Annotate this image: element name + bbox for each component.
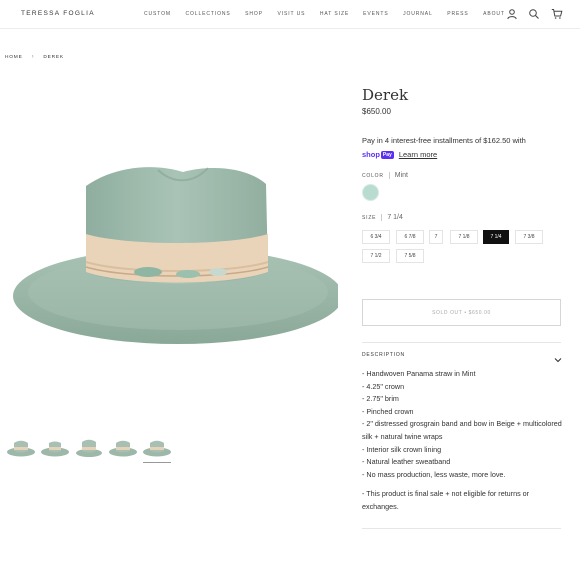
description-toggle[interactable]: DESCRIPTION: [362, 352, 561, 358]
product-main-image[interactable]: [8, 150, 343, 360]
nav-item-visit-us[interactable]: VISIT US: [277, 11, 305, 17]
nav-item-press[interactable]: PRESS: [447, 11, 468, 17]
size-button-7-1-2[interactable]: 7 1/2: [362, 249, 390, 263]
description-item: - 2.75" brim: [362, 394, 399, 404]
product-price: $650.00: [362, 107, 391, 116]
description-item: - 4.25" crown: [362, 381, 405, 391]
size-button-7-3-8[interactable]: 7 3/8: [515, 230, 543, 244]
description-item: - 2" distressed grosgrain band and bow i…: [362, 419, 562, 441]
installments-text: Pay in 4 interest-free installments of $…: [362, 136, 526, 145]
shoppay-pay-badge: Pay: [380, 150, 394, 159]
nav-item-collections[interactable]: COLLECTIONS: [185, 11, 230, 17]
nav-item-shop[interactable]: SHOP: [245, 11, 263, 17]
nav-item-about[interactable]: ABOUT: [483, 11, 505, 17]
shoppay-logo-text: shop: [362, 150, 380, 159]
size-label: SIZE: [362, 214, 377, 221]
description-item: - Handwoven Panama straw in Mint: [362, 369, 476, 378]
description-item: - No mass production, less waste, more l…: [362, 469, 506, 479]
nav-item-custom[interactable]: CUSTOM: [144, 11, 171, 17]
search-icon[interactable]: [528, 8, 540, 20]
thumbnail-3[interactable]: [74, 434, 104, 460]
site-header: TERESSA FOGLIA CUSTOM COLLECTIONS SHOP V…: [0, 0, 580, 29]
description-item: - Natural leather sweatband: [362, 457, 451, 467]
description-list: - Handwoven Panama straw in Mint - 4.25"…: [362, 368, 562, 481]
thumbnail-4[interactable]: [108, 434, 138, 460]
cart-icon[interactable]: [551, 8, 563, 20]
thumbnail-2[interactable]: [40, 434, 70, 460]
size-option-label: SIZE 7 1/4: [362, 214, 403, 221]
description-item: - Interior silk crown lining: [362, 444, 442, 454]
size-value: 7 1/4: [387, 214, 403, 221]
account-icon[interactable]: [506, 8, 518, 20]
thumbnail-5-active[interactable]: [142, 434, 172, 463]
breadcrumb-home[interactable]: HOME: [5, 55, 23, 60]
shoppay-row: shop Pay Learn more: [362, 150, 437, 159]
divider: [362, 342, 561, 343]
size-button-7-1-4-selected[interactable]: 7 1/4: [483, 230, 509, 244]
main-nav: CUSTOM COLLECTIONS SHOP VISIT US HAT SIZ…: [144, 11, 519, 17]
thumbnail-1[interactable]: [6, 434, 36, 460]
breadcrumb-current: DEREK: [43, 54, 64, 60]
learn-more-link[interactable]: Learn more: [399, 150, 437, 159]
label-divider: [381, 214, 383, 221]
size-button-7-5-8[interactable]: 7 5/8: [396, 249, 424, 263]
nav-item-hat-size[interactable]: HAT SIZE: [320, 11, 349, 17]
final-sale-note: - This product is final sale + not eligi…: [362, 489, 530, 511]
label-divider: [388, 172, 390, 179]
color-value: Mint: [394, 172, 409, 179]
size-button-7-1-8[interactable]: 7 1/8: [450, 230, 478, 244]
color-option-label: COLOR Mint: [362, 172, 408, 179]
size-button-6-7-8[interactable]: 6 7/8: [396, 230, 424, 244]
size-button-6-3-4[interactable]: 6 3/4: [362, 230, 390, 244]
breadcrumb-separator: ›: [31, 54, 35, 60]
divider: [362, 528, 561, 529]
color-label: COLOR: [362, 172, 384, 179]
nav-item-events[interactable]: EVENTS: [363, 11, 388, 17]
thumbnail-strip: [6, 434, 176, 463]
brand-logo[interactable]: TERESSA FOGLIA: [21, 10, 95, 17]
description-item: - Pinched crown: [362, 406, 414, 416]
color-swatch-mint[interactable]: [362, 184, 379, 201]
breadcrumb: HOME › DEREK: [5, 54, 64, 60]
size-button-7[interactable]: 7: [429, 230, 443, 244]
sold-out-button[interactable]: SOLD OUT • $650.00: [362, 299, 561, 326]
product-title: Derek: [362, 86, 409, 104]
chevron-down-icon[interactable]: [554, 351, 562, 363]
nav-item-journal[interactable]: JOURNAL: [403, 11, 433, 17]
